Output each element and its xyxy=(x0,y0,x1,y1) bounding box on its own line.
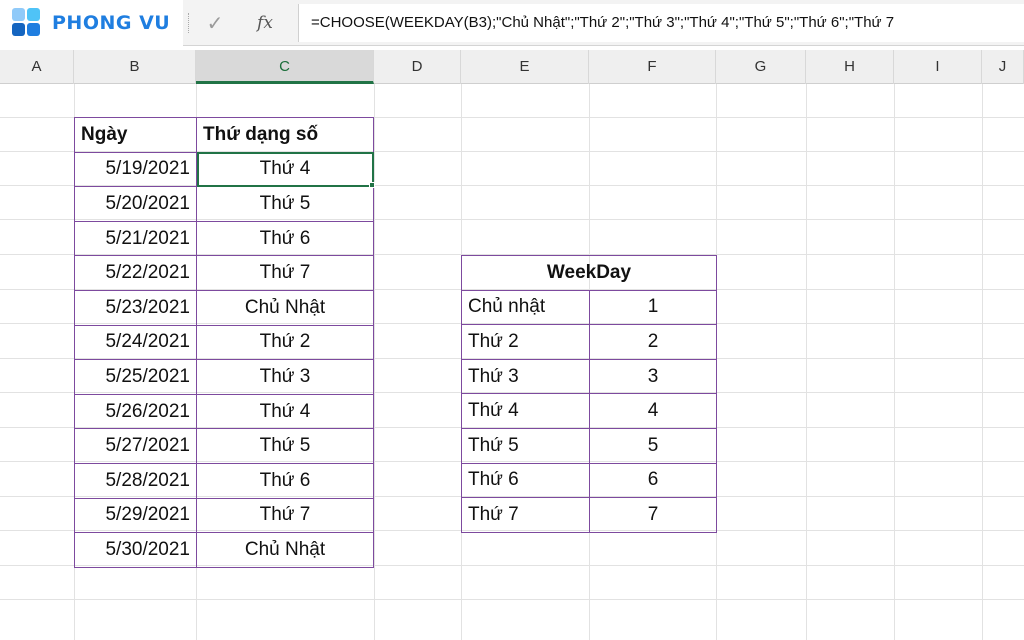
weekday-name-cell[interactable]: Thứ 3 xyxy=(461,358,590,395)
date-cell[interactable]: 5/24/2021 xyxy=(74,324,197,361)
column-header-i[interactable]: I xyxy=(894,50,982,84)
table-row: Thứ 22 xyxy=(461,324,717,360)
selected-cell[interactable]: Thứ 4 xyxy=(196,151,374,188)
header-cell-date[interactable]: Ngày xyxy=(74,117,197,153)
brand-logo-icon xyxy=(12,8,46,38)
weekday-name-cell[interactable]: Thứ 7 xyxy=(461,497,590,533)
grid-row-line xyxy=(0,599,1024,600)
column-header-d[interactable]: D xyxy=(374,50,461,84)
table-row: 5/19/2021 Thứ 4 xyxy=(74,151,374,188)
date-cell[interactable]: 5/30/2021 xyxy=(74,532,197,568)
formula-bar-separator xyxy=(188,13,190,33)
date-cell[interactable]: 5/19/2021 xyxy=(74,151,197,188)
weekday-table-header-row: WeekDay xyxy=(461,255,717,291)
table-row: 5/22/2021 Thứ 7 xyxy=(74,255,374,291)
header-cell-weekday[interactable]: Thứ dạng số xyxy=(196,117,374,153)
date-cell[interactable]: 5/21/2021 xyxy=(74,220,197,257)
date-table-header-row: Ngày Thứ dạng số xyxy=(74,117,374,153)
table-row: 5/29/2021 Thứ 7 xyxy=(74,497,374,534)
table-row: Thứ 55 xyxy=(461,427,717,464)
weekday-number-cell[interactable]: 3 xyxy=(589,358,717,395)
weekday-cell[interactable]: Thứ 7 xyxy=(196,255,374,291)
grid-column-line xyxy=(806,84,807,640)
table-row: Thứ 33 xyxy=(461,358,717,395)
weekday-number-cell[interactable]: 1 xyxy=(589,289,717,326)
weekday-name-cell[interactable]: Thứ 5 xyxy=(461,427,590,464)
date-cell[interactable]: 5/28/2021 xyxy=(74,462,197,499)
weekday-cell[interactable]: Thứ 6 xyxy=(196,462,374,499)
weekday-name-cell[interactable]: Chủ nhật xyxy=(461,289,590,326)
date-cell[interactable]: 5/23/2021 xyxy=(74,289,197,326)
table-row: 5/25/2021 Thứ 3 xyxy=(74,359,374,395)
column-header-g[interactable]: G xyxy=(716,50,806,84)
table-row: 5/27/2021 Thứ 5 xyxy=(74,428,374,464)
table-row: Thứ 77 xyxy=(461,497,717,533)
weekday-number-cell[interactable]: 5 xyxy=(589,427,717,464)
fill-handle[interactable] xyxy=(369,182,375,188)
weekday-cell[interactable]: Thứ 5 xyxy=(196,186,374,222)
table-row: 5/20/2021 Thứ 5 xyxy=(74,186,374,222)
weekday-number-cell[interactable]: 6 xyxy=(589,462,717,499)
column-header-h[interactable]: H xyxy=(806,50,894,84)
date-cell[interactable]: 5/26/2021 xyxy=(74,393,197,430)
table-row: Thứ 66 xyxy=(461,462,717,499)
weekday-number-cell[interactable]: 4 xyxy=(589,393,717,429)
weekday-number-cell[interactable]: 2 xyxy=(589,324,717,360)
weekday-cell[interactable]: Thứ 6 xyxy=(196,220,374,257)
weekday-table: WeekDay Chủ nhật 1 Thứ 2 2 Thứ 3 3 Thứ 4 4 Thứ 5… xyxy=(461,255,717,533)
column-header-row: ABCDEFGHIJ xyxy=(0,50,1024,84)
column-header-j[interactable]: J xyxy=(982,50,1024,84)
formula-bar: PHONG VU ✓ fx =CHOOSE(WEEKDAY(B3);"Chủ N… xyxy=(0,0,1024,46)
weekday-name-cell[interactable]: Thứ 4 xyxy=(461,393,590,429)
table-row: Chủ nhật 1 xyxy=(461,289,717,326)
grid-column-line xyxy=(374,84,375,640)
grid-column-line xyxy=(894,84,895,640)
column-header-a[interactable]: A xyxy=(0,50,74,84)
column-header-b[interactable]: B xyxy=(74,50,196,84)
table-row: 5/23/2021 Chủ Nhật xyxy=(74,289,374,326)
table-row: 5/28/2021 Thứ 6 xyxy=(74,462,374,499)
weekday-number-cell[interactable]: 7 xyxy=(589,497,717,533)
column-header-e[interactable]: E xyxy=(461,50,589,84)
grid-column-line xyxy=(982,84,983,640)
weekday-name-cell[interactable]: Thứ 2 xyxy=(461,324,590,360)
weekday-cell[interactable]: Thứ 5 xyxy=(196,428,374,464)
date-cell[interactable]: 5/20/2021 xyxy=(74,186,197,222)
date-cell[interactable]: 5/29/2021 xyxy=(74,497,197,534)
date-table: Ngày Thứ dạng số 5/19/2021 Thứ 4 5/20/2021… xyxy=(74,117,374,568)
date-cell[interactable]: 5/22/2021 xyxy=(74,255,197,291)
table-row: 5/21/2021 Thứ 6 xyxy=(74,220,374,257)
weekday-cell[interactable]: Thứ 3 xyxy=(196,359,374,395)
table-row: 5/30/2021 Chủ Nhật xyxy=(74,532,374,568)
weekday-table-title[interactable]: WeekDay xyxy=(461,255,717,291)
column-header-c[interactable]: C xyxy=(196,50,374,84)
weekday-cell[interactable]: Thứ 4 xyxy=(196,393,374,430)
check-icon[interactable]: ✓ xyxy=(200,8,230,38)
formula-input[interactable]: =CHOOSE(WEEKDAY(B3);"Chủ Nhật";"Thứ 2";"… xyxy=(298,4,1024,42)
table-row: Thứ 44 xyxy=(461,393,717,429)
brand-name: PHONG VU xyxy=(52,12,171,34)
weekday-name-cell[interactable]: Thứ 6 xyxy=(461,462,590,499)
fx-icon[interactable]: fx xyxy=(250,8,280,38)
weekday-cell[interactable]: Chủ Nhật xyxy=(196,532,374,568)
date-cell[interactable]: 5/27/2021 xyxy=(74,428,197,464)
brand-logo: PHONG VU xyxy=(0,0,183,46)
date-cell[interactable]: 5/25/2021 xyxy=(74,359,197,395)
weekday-cell[interactable]: Chủ Nhật xyxy=(196,289,374,326)
weekday-cell[interactable]: Thứ 2 xyxy=(196,324,374,361)
table-row: 5/24/2021 Thứ 2 xyxy=(74,324,374,361)
column-header-f[interactable]: F xyxy=(589,50,716,84)
weekday-cell[interactable]: Thứ 7 xyxy=(196,497,374,534)
table-row: 5/26/2021 Thứ 4 xyxy=(74,393,374,430)
